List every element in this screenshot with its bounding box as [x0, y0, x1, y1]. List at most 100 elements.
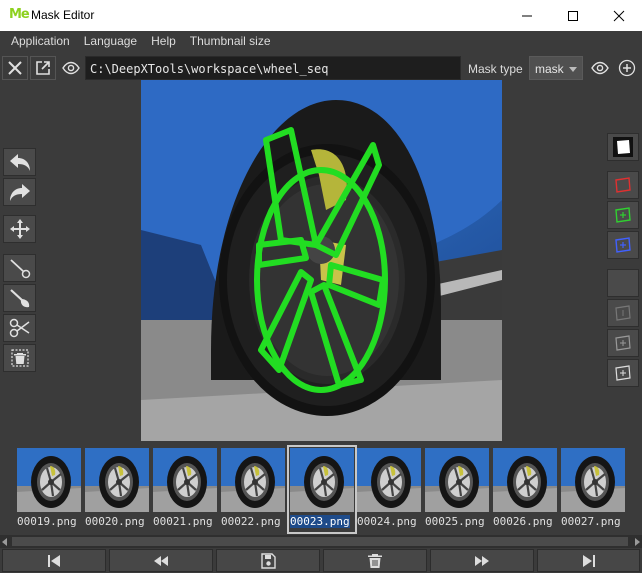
menu-bar: Application Language Help Thumbnail size: [0, 31, 642, 52]
thumbnail-image: [357, 448, 421, 512]
minimize-button[interactable]: [504, 0, 550, 31]
polygon-add-disabled-icon: [615, 335, 631, 351]
thumbnail-label: 00023.png: [290, 515, 350, 528]
delete-mask-icon: [10, 349, 29, 367]
redo-button[interactable]: [3, 178, 36, 206]
trash-icon: [368, 553, 382, 568]
brush-button[interactable]: [3, 254, 36, 282]
undo-button[interactable]: [3, 148, 36, 176]
thumbnail-label: 00021.png: [153, 515, 213, 528]
thumbnail-label: 00024.png: [357, 515, 417, 528]
polygon-add-icon: [615, 365, 631, 381]
open-external-button[interactable]: [30, 56, 56, 80]
fast-forward-button[interactable]: [430, 549, 534, 572]
move-button[interactable]: [3, 215, 36, 243]
maximize-button[interactable]: [550, 0, 596, 31]
thumbnail-image: [290, 448, 354, 512]
mask-preview-icon: [613, 137, 633, 157]
thumbnail-caption: 00019.png: [17, 515, 83, 529]
polygon-disabled-button[interactable]: [607, 299, 639, 327]
mask-visibility-button[interactable]: [587, 56, 613, 80]
thumbnail-image: [17, 448, 81, 512]
menu-help[interactable]: Help: [144, 31, 183, 52]
red-polygon-button[interactable]: [607, 171, 639, 199]
thumbnail-scrollbar[interactable]: [0, 535, 642, 548]
blue-polygon-icon: [615, 237, 631, 253]
thumbnail-caption: 00026.png: [493, 515, 559, 529]
wheel-image: [141, 80, 502, 441]
red-polygon-icon: [615, 177, 631, 193]
thumbnail-item[interactable]: 00019.png: [17, 448, 83, 532]
thumbnail-image: [493, 448, 557, 512]
thumbnail-image: [425, 448, 489, 512]
thumbnail-label: 00025.png: [425, 515, 485, 528]
thumbnail-item[interactable]: 00026.png: [493, 448, 559, 532]
thumbnail-image: [85, 448, 149, 512]
thumbnail-item[interactable]: 00025.png: [425, 448, 491, 532]
maximize-icon: [568, 10, 578, 21]
thumbnail-item[interactable]: 00024.png: [357, 448, 423, 532]
eye-icon: [591, 61, 609, 75]
polygon-add-disabled-button[interactable]: [607, 329, 639, 357]
menu-application[interactable]: Application: [4, 31, 77, 52]
workspace-path-field[interactable]: C:\DeepXTools\workspace\wheel_seq: [85, 56, 461, 80]
redo-icon: [9, 184, 30, 201]
mask-canvas[interactable]: [141, 80, 502, 441]
thumbnail-item[interactable]: 00023.png: [287, 445, 357, 534]
save-button[interactable]: [216, 549, 320, 572]
close-icon: [613, 10, 625, 21]
thumbnail-caption: 00023.png: [290, 515, 356, 529]
polygon-disabled-icon: [615, 305, 631, 321]
cut-icon: [9, 318, 29, 338]
thumbnail-caption: 00025.png: [425, 515, 491, 529]
thumbnail-caption: 00020.png: [85, 515, 151, 529]
first-frame-icon: [48, 554, 60, 567]
fill-brush-button[interactable]: [3, 284, 36, 312]
thumbnail-item[interactable]: 00027.png: [561, 448, 627, 532]
close-workspace-button[interactable]: [2, 56, 28, 80]
rewind-button[interactable]: [109, 549, 213, 572]
last-frame-button[interactable]: [537, 549, 640, 572]
cut-button[interactable]: [3, 314, 36, 342]
mask-editor-window: Me Mask Editor Application Language Help…: [0, 0, 642, 573]
toggle-view-button[interactable]: [58, 56, 84, 80]
empty-slot-button[interactable]: [607, 269, 639, 297]
first-frame-button[interactable]: [2, 549, 106, 572]
thumbnail-item[interactable]: 00021.png: [153, 448, 219, 532]
thumbnail-caption: 00027.png: [561, 515, 627, 529]
scroll-left-icon[interactable]: [2, 538, 7, 546]
add-mask-type-button[interactable]: [614, 56, 640, 80]
open-external-icon: [36, 61, 50, 75]
mask-type-select[interactable]: mask: [529, 56, 583, 80]
rewind-icon: [154, 555, 168, 566]
thumbnail-image: [561, 448, 625, 512]
thumbnail-label: 00020.png: [85, 515, 145, 528]
thumbnail-label: 00022.png: [221, 515, 281, 528]
close-window-button[interactable]: [596, 0, 642, 31]
thumbnail-label: 00026.png: [493, 515, 553, 528]
polygon-add-button[interactable]: [607, 359, 639, 387]
thumbnail-image: [153, 448, 217, 512]
close-icon: [8, 61, 22, 75]
green-polygon-button[interactable]: [607, 201, 639, 229]
blue-polygon-button[interactable]: [607, 231, 639, 259]
thumbnail-label: 00019.png: [17, 515, 77, 528]
scrollbar-thumb[interactable]: [12, 537, 628, 546]
thumbnail-item[interactable]: 00020.png: [85, 448, 151, 532]
delete-mask-button[interactable]: [3, 344, 36, 372]
thumbnail-caption: 00024.png: [357, 515, 423, 529]
scroll-right-icon[interactable]: [635, 538, 640, 546]
toolbar: C:\DeepXTools\workspace\wheel_seq Mask t…: [0, 54, 642, 81]
mask-preview-button[interactable]: [607, 133, 639, 161]
title-bar: Me Mask Editor: [0, 0, 642, 31]
thumbnail-item[interactable]: 00022.png: [221, 448, 287, 532]
delete-frame-button[interactable]: [323, 549, 427, 572]
menu-language[interactable]: Language: [77, 31, 144, 52]
empty-slot-icon: [613, 273, 633, 293]
plus-icon: [618, 59, 636, 77]
last-frame-icon: [582, 554, 595, 567]
brush-icon: [9, 259, 30, 279]
window-title: Mask Editor: [31, 8, 95, 22]
menu-thumbnail-size[interactable]: Thumbnail size: [183, 31, 278, 52]
save-icon: [261, 552, 276, 569]
